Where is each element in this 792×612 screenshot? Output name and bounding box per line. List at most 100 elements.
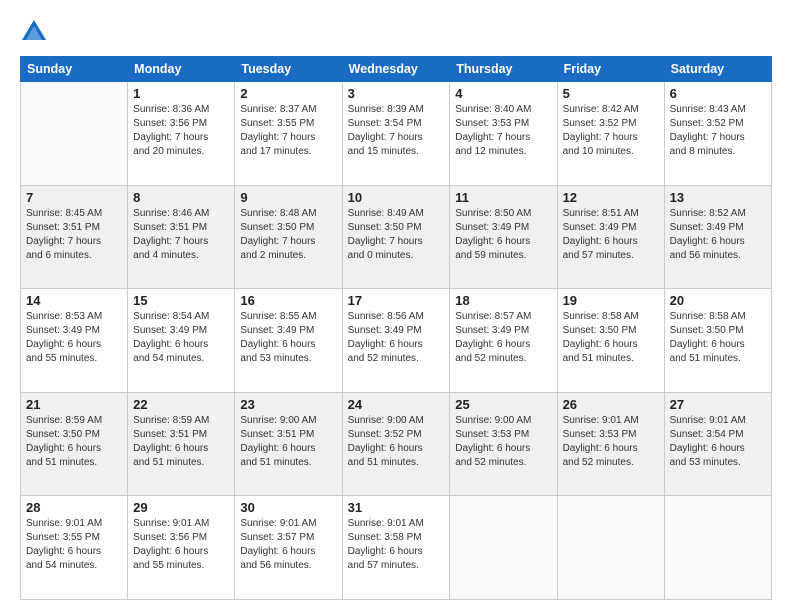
day-info: Sunrise: 8:50 AM Sunset: 3:49 PM Dayligh… xyxy=(455,207,551,263)
weekday-header-thursday: Thursday xyxy=(450,57,557,82)
day-info: Sunrise: 9:01 AM Sunset: 3:56 PM Dayligh… xyxy=(133,517,229,573)
weekday-header-sunday: Sunday xyxy=(21,57,128,82)
day-info: Sunrise: 8:40 AM Sunset: 3:53 PM Dayligh… xyxy=(455,103,551,159)
calendar-cell: 5 Sunrise: 8:42 AM Sunset: 3:52 PM Daylig… xyxy=(557,82,664,186)
calendar-cell: 2Sunrise: 8:37 AM Sunset: 3:55 PM Daylig… xyxy=(235,82,342,186)
day-info: Sunrise: 9:00 AM Sunset: 3:51 PM Dayligh… xyxy=(240,414,336,470)
day-number: 3 xyxy=(348,86,445,101)
calendar-week-row: 28 Sunrise: 9:01 AM Sunset: 3:55 PM Dayli… xyxy=(21,496,772,600)
calendar-cell: 13 Sunrise: 8:52 AM Sunset: 3:49 PM Dayli… xyxy=(664,185,771,289)
calendar-cell: 27 Sunrise: 9:01 AM Sunset: 3:54 PM Dayli… xyxy=(664,392,771,496)
day-number: 12 xyxy=(563,190,659,205)
day-info: Sunrise: 8:48 AM Sunset: 3:50 PM Dayligh… xyxy=(240,207,336,263)
day-info: Sunrise: 9:01 AM Sunset: 3:57 PM Dayligh… xyxy=(240,517,336,573)
calendar-table: SundayMondayTuesdayWednesdayThursdayFrid… xyxy=(20,56,772,600)
day-info: Sunrise: 8:58 AM Sunset: 3:50 PM Dayligh… xyxy=(670,310,766,366)
calendar-cell: 14 Sunrise: 8:53 AM Sunset: 3:49 PM Dayli… xyxy=(21,289,128,393)
weekday-header-wednesday: Wednesday xyxy=(342,57,450,82)
day-number: 4 xyxy=(455,86,551,101)
day-number: 10 xyxy=(348,190,445,205)
calendar-cell: 11 Sunrise: 8:50 AM Sunset: 3:49 PM Dayli… xyxy=(450,185,557,289)
calendar-cell: 19 Sunrise: 8:58 AM Sunset: 3:50 PM Dayli… xyxy=(557,289,664,393)
calendar-cell: 26 Sunrise: 9:01 AM Sunset: 3:53 PM Dayli… xyxy=(557,392,664,496)
weekday-header-row: SundayMondayTuesdayWednesdayThursdayFrid… xyxy=(21,57,772,82)
calendar-week-row: 14 Sunrise: 8:53 AM Sunset: 3:49 PM Dayli… xyxy=(21,289,772,393)
calendar-week-row: 21Sunrise: 8:59 AM Sunset: 3:50 PM Dayli… xyxy=(21,392,772,496)
day-number: 16 xyxy=(240,293,336,308)
calendar-cell: 21Sunrise: 8:59 AM Sunset: 3:50 PM Dayli… xyxy=(21,392,128,496)
calendar-cell: 24 Sunrise: 9:00 AM Sunset: 3:52 PM Dayli… xyxy=(342,392,450,496)
day-number: 25 xyxy=(455,397,551,412)
day-number: 24 xyxy=(348,397,445,412)
calendar-cell: 12 Sunrise: 8:51 AM Sunset: 3:49 PM Dayli… xyxy=(557,185,664,289)
weekday-header-tuesday: Tuesday xyxy=(235,57,342,82)
day-info: Sunrise: 9:00 AM Sunset: 3:53 PM Dayligh… xyxy=(455,414,551,470)
calendar-cell: 20 Sunrise: 8:58 AM Sunset: 3:50 PM Dayli… xyxy=(664,289,771,393)
day-info: Sunrise: 8:53 AM Sunset: 3:49 PM Dayligh… xyxy=(26,310,122,366)
day-number: 6 xyxy=(670,86,766,101)
day-number: 1 xyxy=(133,86,229,101)
page: SundayMondayTuesdayWednesdayThursdayFrid… xyxy=(0,0,792,612)
calendar-cell: 29Sunrise: 9:01 AM Sunset: 3:56 PM Dayli… xyxy=(128,496,235,600)
day-info: Sunrise: 8:36 AM Sunset: 3:56 PM Dayligh… xyxy=(133,103,229,159)
calendar-cell: 28 Sunrise: 9:01 AM Sunset: 3:55 PM Dayli… xyxy=(21,496,128,600)
day-info: Sunrise: 8:39 AM Sunset: 3:54 PM Dayligh… xyxy=(348,103,445,159)
day-info: Sunrise: 8:43 AM Sunset: 3:52 PM Dayligh… xyxy=(670,103,766,159)
day-number: 14 xyxy=(26,293,122,308)
day-number: 7 xyxy=(26,190,122,205)
day-number: 5 xyxy=(563,86,659,101)
day-info: Sunrise: 9:00 AM Sunset: 3:52 PM Dayligh… xyxy=(348,414,445,470)
day-number: 19 xyxy=(563,293,659,308)
logo-icon xyxy=(20,18,48,46)
day-info: Sunrise: 8:59 AM Sunset: 3:50 PM Dayligh… xyxy=(26,414,122,470)
day-number: 18 xyxy=(455,293,551,308)
day-info: Sunrise: 9:01 AM Sunset: 3:55 PM Dayligh… xyxy=(26,517,122,573)
day-info: Sunrise: 9:01 AM Sunset: 3:53 PM Dayligh… xyxy=(563,414,659,470)
calendar-cell xyxy=(450,496,557,600)
day-info: Sunrise: 8:52 AM Sunset: 3:49 PM Dayligh… xyxy=(670,207,766,263)
day-info: Sunrise: 9:01 AM Sunset: 3:58 PM Dayligh… xyxy=(348,517,445,573)
day-number: 11 xyxy=(455,190,551,205)
calendar-cell: 4 Sunrise: 8:40 AM Sunset: 3:53 PM Daylig… xyxy=(450,82,557,186)
day-info: Sunrise: 8:51 AM Sunset: 3:49 PM Dayligh… xyxy=(563,207,659,263)
day-info: Sunrise: 8:57 AM Sunset: 3:49 PM Dayligh… xyxy=(455,310,551,366)
calendar-cell: 16 Sunrise: 8:55 AM Sunset: 3:49 PM Dayli… xyxy=(235,289,342,393)
day-number: 13 xyxy=(670,190,766,205)
day-info: Sunrise: 8:42 AM Sunset: 3:52 PM Dayligh… xyxy=(563,103,659,159)
calendar-cell: 31 Sunrise: 9:01 AM Sunset: 3:58 PM Dayli… xyxy=(342,496,450,600)
day-info: Sunrise: 8:55 AM Sunset: 3:49 PM Dayligh… xyxy=(240,310,336,366)
logo xyxy=(20,18,52,46)
calendar-cell: 23 Sunrise: 9:00 AM Sunset: 3:51 PM Dayli… xyxy=(235,392,342,496)
day-number: 28 xyxy=(26,500,122,515)
day-number: 31 xyxy=(348,500,445,515)
day-info: Sunrise: 8:45 AM Sunset: 3:51 PM Dayligh… xyxy=(26,207,122,263)
day-info: Sunrise: 9:01 AM Sunset: 3:54 PM Dayligh… xyxy=(670,414,766,470)
calendar-cell: 18 Sunrise: 8:57 AM Sunset: 3:49 PM Dayli… xyxy=(450,289,557,393)
day-number: 27 xyxy=(670,397,766,412)
day-info: Sunrise: 8:37 AM Sunset: 3:55 PM Dayligh… xyxy=(240,103,336,159)
calendar-cell: 25 Sunrise: 9:00 AM Sunset: 3:53 PM Dayli… xyxy=(450,392,557,496)
calendar-week-row: 1 Sunrise: 8:36 AM Sunset: 3:56 PM Daylig… xyxy=(21,82,772,186)
calendar-cell: 6 Sunrise: 8:43 AM Sunset: 3:52 PM Daylig… xyxy=(664,82,771,186)
day-number: 8 xyxy=(133,190,229,205)
weekday-header-friday: Friday xyxy=(557,57,664,82)
calendar-week-row: 7 Sunrise: 8:45 AM Sunset: 3:51 PM Daylig… xyxy=(21,185,772,289)
calendar-cell: 10Sunrise: 8:49 AM Sunset: 3:50 PM Dayli… xyxy=(342,185,450,289)
day-number: 20 xyxy=(670,293,766,308)
day-number: 15 xyxy=(133,293,229,308)
calendar-cell: 1 Sunrise: 8:36 AM Sunset: 3:56 PM Daylig… xyxy=(128,82,235,186)
calendar-cell: 15 Sunrise: 8:54 AM Sunset: 3:49 PM Dayli… xyxy=(128,289,235,393)
day-number: 26 xyxy=(563,397,659,412)
day-number: 23 xyxy=(240,397,336,412)
calendar-cell: 22Sunrise: 8:59 AM Sunset: 3:51 PM Dayli… xyxy=(128,392,235,496)
calendar-cell: 7 Sunrise: 8:45 AM Sunset: 3:51 PM Daylig… xyxy=(21,185,128,289)
day-info: Sunrise: 8:59 AM Sunset: 3:51 PM Dayligh… xyxy=(133,414,229,470)
header xyxy=(20,18,772,46)
day-number: 17 xyxy=(348,293,445,308)
calendar-cell xyxy=(557,496,664,600)
calendar-cell: 8Sunrise: 8:46 AM Sunset: 3:51 PM Daylig… xyxy=(128,185,235,289)
calendar-cell xyxy=(664,496,771,600)
day-info: Sunrise: 8:58 AM Sunset: 3:50 PM Dayligh… xyxy=(563,310,659,366)
day-info: Sunrise: 8:54 AM Sunset: 3:49 PM Dayligh… xyxy=(133,310,229,366)
day-number: 30 xyxy=(240,500,336,515)
